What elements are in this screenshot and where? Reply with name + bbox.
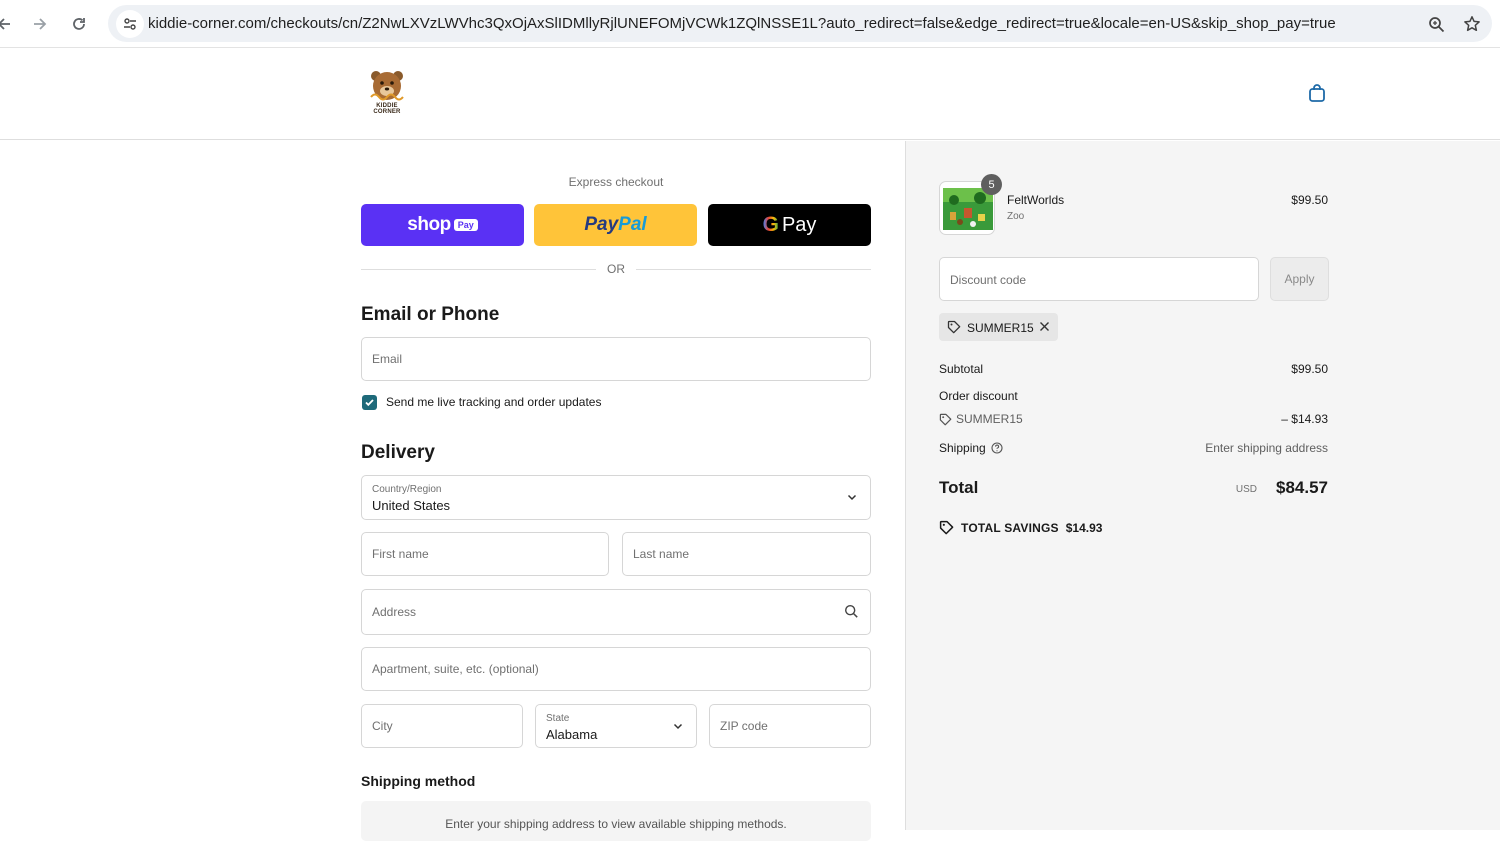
close-icon[interactable]	[1038, 320, 1051, 333]
shop-pay-pill: Pay	[453, 219, 478, 231]
applied-code-text: SUMMER15	[967, 321, 1034, 335]
state-label: State	[546, 713, 570, 724]
url-text[interactable]: kiddie-corner.com/checkouts/cn/Z2NwLXVzL…	[148, 15, 1336, 32]
product-variant: Zoo	[1007, 211, 1025, 222]
product-price: $99.50	[1291, 193, 1328, 207]
applied-discount-chip: SUMMER15	[939, 313, 1058, 341]
back-icon[interactable]	[0, 10, 18, 38]
email-field[interactable]: Email	[361, 337, 871, 381]
shopping-bag-icon[interactable]	[1306, 82, 1328, 104]
apartment-field[interactable]: Apartment, suite, etc. (optional)	[361, 647, 871, 691]
shipping-value: Enter shipping address	[1205, 441, 1328, 455]
order-discount-code-row: SUMMER15	[939, 412, 1023, 426]
address-bar[interactable]: kiddie-corner.com/checkouts/cn/Z2NwLXVzL…	[108, 5, 1492, 42]
total-label: Total	[939, 478, 979, 497]
shipping-row-label: Shipping	[939, 441, 1003, 455]
chevron-down-icon	[673, 723, 683, 730]
google-g-icon: G	[762, 213, 779, 236]
site-info-icon[interactable]	[116, 10, 144, 38]
paypal-word-pay: Pay	[584, 214, 619, 235]
product-name: FeltWorlds	[1007, 193, 1065, 207]
city-placeholder: City	[372, 719, 393, 733]
contact-section-title: Email or Phone	[361, 304, 500, 325]
savings-label: TOTAL SAVINGS	[961, 520, 1059, 535]
delivery-section-title: Delivery	[361, 442, 435, 463]
paypal-button[interactable]: Pay Pal	[534, 204, 697, 246]
google-pay-word: Pay	[781, 213, 817, 236]
address-field[interactable]: Address	[361, 589, 871, 635]
help-icon[interactable]	[991, 442, 1003, 454]
last-name-placeholder: Last name	[633, 547, 690, 561]
browser-toolbar: kiddie-corner.com/checkouts/cn/Z2NwLXVzL…	[0, 0, 1500, 48]
order-discount-code: SUMMER15	[956, 412, 1023, 426]
country-select[interactable]: Country/Region United States	[361, 475, 871, 520]
shipping-method-message: Enter your shipping address to view avai…	[445, 817, 787, 831]
shop-pay-button[interactable]: shop Pay	[361, 204, 524, 246]
updates-checkbox[interactable]	[362, 395, 377, 410]
subtotal-value: $99.50	[1291, 362, 1328, 376]
tag-icon	[947, 320, 961, 334]
country-value: United States	[372, 498, 451, 513]
store-header: KIDDIE CORNER	[0, 49, 1500, 140]
first-name-placeholder: First name	[372, 547, 429, 561]
checkout-form-column: Express checkout shop Pay Pay Pal G Pay O…	[0, 141, 905, 841]
total-currency: USD	[1235, 484, 1257, 495]
state-select[interactable]: State Alabama	[535, 704, 697, 748]
express-checkout-label: Express checkout	[568, 175, 664, 189]
savings-value: $14.93	[1065, 520, 1103, 535]
shipping-method-notice: Enter your shipping address to view avai…	[361, 801, 871, 841]
zip-placeholder: ZIP code	[720, 719, 768, 733]
updates-checkbox-label[interactable]: Send me live tracking and order updates	[386, 395, 601, 409]
tag-icon	[939, 413, 952, 425]
forward-icon[interactable]	[26, 10, 54, 38]
shipping-method-title: Shipping method	[361, 773, 476, 789]
shipping-label: Shipping	[939, 441, 986, 455]
subtotal-label: Subtotal	[939, 362, 984, 376]
bookmark-star-icon[interactable]	[1462, 14, 1482, 34]
first-name-field[interactable]: First name	[361, 532, 609, 576]
google-pay-button[interactable]: G Pay	[708, 204, 871, 246]
address-placeholder: Address	[372, 605, 417, 619]
zip-field[interactable]: ZIP code	[709, 704, 871, 748]
total-value: $84.57	[1276, 478, 1328, 497]
logo-text: KIDDIE CORNER	[373, 103, 401, 115]
discount-code-placeholder: Discount code	[950, 273, 1027, 287]
city-field[interactable]: City	[361, 704, 523, 748]
discount-code-field[interactable]: Discount code	[939, 257, 1259, 301]
apply-discount-button[interactable]: Apply	[1270, 257, 1329, 301]
tag-icon	[939, 520, 954, 535]
country-label: Country/Region	[372, 484, 442, 495]
total-savings: TOTAL SAVINGS $14.93	[939, 520, 1102, 535]
search-icon	[844, 604, 858, 618]
state-value: Alabama	[546, 727, 598, 742]
order-summary: 5 FeltWorlds Zoo $99.50 Discount code Ap…	[905, 141, 1500, 830]
or-text: OR	[596, 262, 636, 276]
last-name-field[interactable]: Last name	[622, 532, 871, 576]
paypal-word-pal: Pal	[618, 214, 647, 235]
order-discount-value: – $14.93	[1281, 412, 1328, 426]
email-placeholder: Email	[372, 352, 403, 366]
chevron-down-icon	[847, 494, 857, 501]
quantity-badge: 5	[981, 174, 1002, 195]
order-discount-label: Order discount	[939, 389, 1018, 403]
reload-icon[interactable]	[65, 10, 93, 38]
apartment-placeholder: Apartment, suite, etc. (optional)	[372, 662, 539, 676]
zoom-icon[interactable]	[1426, 14, 1446, 34]
shop-pay-word: shop	[407, 214, 451, 235]
